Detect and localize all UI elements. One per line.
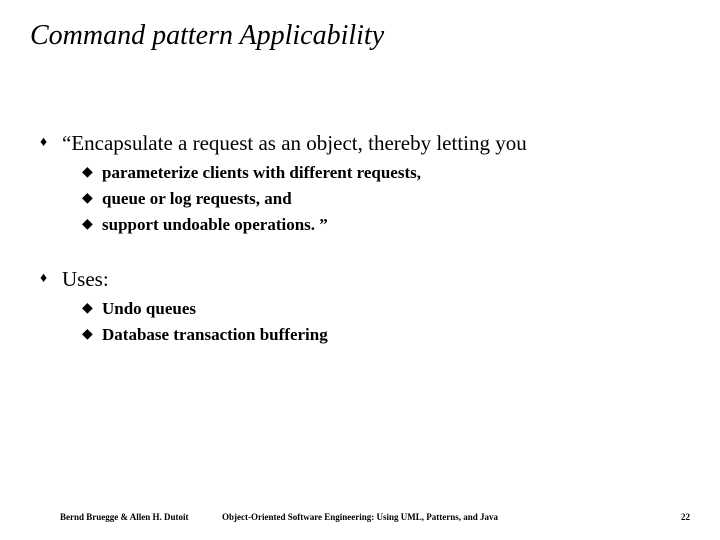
list-item: ◆ Undo queues [82,298,680,320]
diamond-icon: ◆ [82,324,102,346]
l2-text: Undo queues [102,298,196,320]
slide-body: ♦ “Encapsulate a request as an object, t… [40,130,680,376]
l1-text: “Encapsulate a request as an object, the… [62,130,527,156]
diamond-icon: ◆ [82,298,102,320]
list-item: ◆ Database transaction buffering [82,324,680,346]
page-number: 22 [681,512,690,522]
list-item: ◆ queue or log requests, and [82,188,680,210]
diamond-icon: ◆ [82,188,102,210]
diamond-icon: ◆ [82,214,102,236]
sublist: ◆ parameterize clients with different re… [82,162,680,236]
list-item: ♦ “Encapsulate a request as an object, t… [40,130,680,156]
l2-text: queue or log requests, and [102,188,292,210]
slide-title: Command pattern Applicability [30,20,384,52]
l2-text: Database transaction buffering [102,324,328,346]
l1-text: Uses: [62,266,109,292]
sublist: ◆ Undo queues ◆ Database transaction buf… [82,298,680,346]
list-item: ♦ Uses: [40,266,680,292]
diamond-icon: ♦ [40,266,62,292]
slide: Command pattern Applicability ♦ “Encapsu… [0,0,720,540]
list-item: ◆ parameterize clients with different re… [82,162,680,184]
l2-text: parameterize clients with different requ… [102,162,421,184]
diamond-icon: ◆ [82,162,102,184]
footer-title: Object-Oriented Software Engineering: Us… [0,512,720,522]
list-item: ◆ support undoable operations. ” [82,214,680,236]
l2-text: support undoable operations. ” [102,214,328,236]
diamond-icon: ♦ [40,130,62,156]
